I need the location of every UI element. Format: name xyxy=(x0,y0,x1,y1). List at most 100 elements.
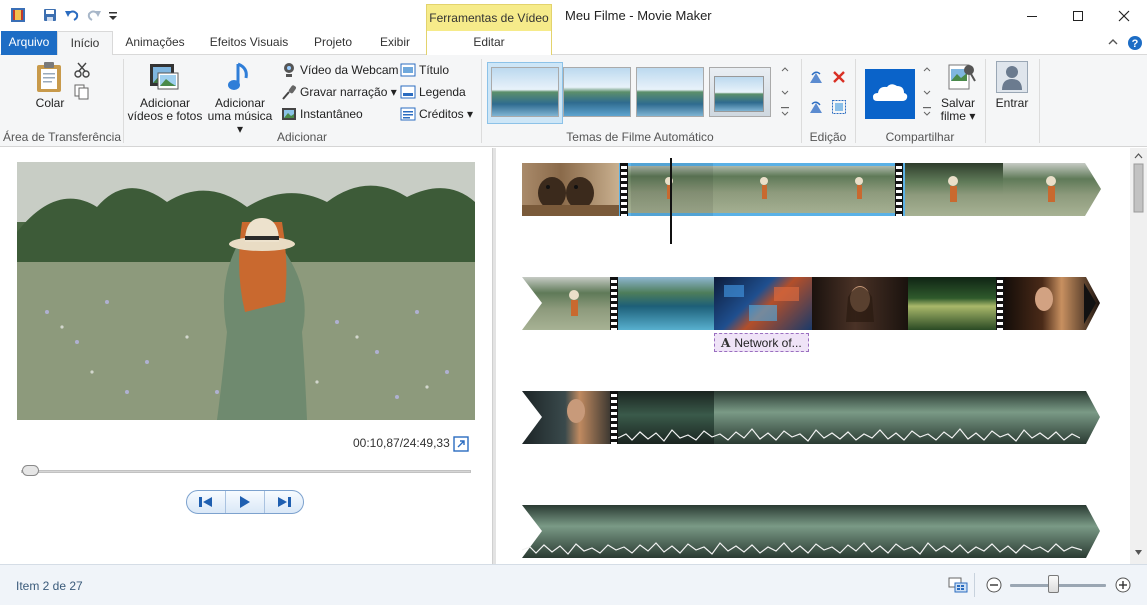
onedrive-share-button[interactable] xyxy=(865,69,915,119)
clip-thumbnail[interactable] xyxy=(908,277,1004,330)
maximize-icon xyxy=(1073,10,1083,21)
sign-in-button[interactable] xyxy=(996,61,1028,93)
minimize-button[interactable] xyxy=(1009,0,1055,31)
zoom-in-icon[interactable] xyxy=(1115,577,1131,596)
scroll-thumb xyxy=(1133,163,1144,213)
tab-home[interactable]: Início xyxy=(57,31,113,56)
save-icon[interactable] xyxy=(42,7,58,23)
webcam-video-button[interactable]: Vídeo da Webcam xyxy=(281,61,399,79)
zoom-out-icon[interactable] xyxy=(986,577,1002,596)
snapshot-icon xyxy=(282,108,296,120)
caption-clip[interactable]: A Network of... xyxy=(714,333,809,352)
scroll-up-icon xyxy=(1134,153,1143,159)
ribbon: Colar Área de Transferência Adicionar ví… xyxy=(0,55,1147,147)
playhead[interactable] xyxy=(670,158,672,244)
theme-pan-zoom[interactable] xyxy=(709,67,771,117)
clip-thumbnail[interactable] xyxy=(522,163,619,216)
caption-label: Legenda xyxy=(419,85,466,99)
paste-button[interactable] xyxy=(34,61,64,96)
add-videos-photos-button[interactable] xyxy=(148,61,180,96)
tab-animations[interactable]: Animações xyxy=(120,31,190,55)
paste-label[interactable]: Colar xyxy=(30,97,70,110)
video-frame-image xyxy=(17,162,475,420)
clip-thumbnail[interactable] xyxy=(522,277,618,330)
clip-thumbnail[interactable] xyxy=(1004,277,1100,330)
rotate-right-icon[interactable] xyxy=(808,99,824,118)
sign-in-label[interactable]: Entrar xyxy=(990,97,1034,110)
item-count: Item 2 de 27 xyxy=(16,579,83,593)
next-frame-button[interactable] xyxy=(265,491,303,513)
themes-group-label: Temas de Filme Automático xyxy=(566,130,714,144)
ribbon-tab-row: Arquivo Início Animações Efeitos Visuais… xyxy=(0,31,1147,56)
pane-splitter[interactable] xyxy=(492,148,496,564)
editing-group-label: Edição xyxy=(809,130,847,144)
minimize-icon xyxy=(1027,15,1037,17)
caption-icon xyxy=(400,85,416,99)
clipboard-icon xyxy=(37,62,61,92)
seek-track[interactable] xyxy=(21,470,471,473)
tab-view[interactable]: Exibir xyxy=(372,31,418,55)
storyboard-scrollbar[interactable] xyxy=(1130,148,1147,564)
credits-icon xyxy=(400,107,416,121)
clip-thumbnail[interactable] xyxy=(812,277,908,330)
onedrive-icon xyxy=(873,84,908,101)
theme-fade[interactable] xyxy=(636,67,704,117)
clip-thumbnail[interactable] xyxy=(618,277,714,330)
title-button[interactable]: Título xyxy=(400,61,449,79)
app-icon[interactable] xyxy=(10,7,26,23)
tab-edit[interactable]: Editar xyxy=(426,31,552,55)
clip-thumbnail[interactable] xyxy=(522,391,618,444)
storyboard[interactable]: A Network of... xyxy=(497,148,1130,564)
thumbnail-size-icon[interactable] xyxy=(948,576,968,597)
previous-frame-button[interactable] xyxy=(187,491,226,513)
record-narration-button[interactable]: Gravar narração ▾ xyxy=(281,83,397,101)
theme-default[interactable] xyxy=(491,67,559,117)
select-all-icon[interactable] xyxy=(831,99,847,118)
save-movie-icon xyxy=(948,64,976,90)
playback-controls xyxy=(186,490,304,514)
customize-qat-icon[interactable] xyxy=(108,7,124,23)
add-videos-label-2[interactable]: vídeos e fotos xyxy=(126,110,204,123)
clip-thumbnail[interactable] xyxy=(905,163,1003,216)
next-frame-icon xyxy=(278,497,291,507)
clip-thumbnail[interactable] xyxy=(1003,163,1101,216)
audio-waveform xyxy=(618,428,1080,442)
clip-thumbnail[interactable] xyxy=(714,277,812,330)
tab-project[interactable]: Projeto xyxy=(307,31,359,55)
theme-contemporary[interactable] xyxy=(563,67,631,117)
film-photo-icon xyxy=(150,64,179,90)
snapshot-button[interactable]: Instantâneo xyxy=(281,105,363,123)
selected-clip[interactable] xyxy=(619,163,905,216)
credits-button[interactable]: Créditos ▾ xyxy=(400,105,473,123)
audio-waveform xyxy=(522,542,1082,555)
share-gallery-scroll[interactable] xyxy=(920,63,934,123)
tab-visual-effects[interactable]: Efeitos Visuais xyxy=(203,31,295,55)
storyboard-row xyxy=(522,163,1101,216)
copy-icon[interactable] xyxy=(74,84,90,103)
help-icon[interactable]: ? xyxy=(1127,35,1143,54)
rotate-left-icon[interactable] xyxy=(808,69,824,88)
caption-button[interactable]: Legenda xyxy=(400,83,466,101)
add-music-button[interactable] xyxy=(226,60,256,97)
undo-icon[interactable] xyxy=(64,7,80,23)
collapse-ribbon-icon[interactable] xyxy=(1107,36,1119,51)
cut-icon[interactable] xyxy=(74,62,90,81)
zoom-slider-thumb[interactable] xyxy=(1048,575,1060,593)
clipboard-group-label: Área de Transferência xyxy=(2,130,122,144)
close-button[interactable] xyxy=(1101,0,1147,31)
user-avatar-icon xyxy=(1002,66,1022,90)
save-movie-label-2[interactable]: filme ▾ xyxy=(936,110,980,123)
themes-gallery-scroll[interactable] xyxy=(778,63,792,123)
add-group-label: Adicionar xyxy=(276,130,328,144)
seek-thumb[interactable] xyxy=(22,465,40,476)
caption-clip-text: Network of... xyxy=(734,335,802,350)
maximize-button[interactable] xyxy=(1055,0,1101,31)
tab-file[interactable]: Arquivo xyxy=(1,31,57,55)
scroll-down-icon xyxy=(1135,550,1142,555)
play-button[interactable] xyxy=(226,491,265,513)
save-movie-button[interactable] xyxy=(946,61,976,96)
redo-icon[interactable] xyxy=(86,7,102,23)
remove-icon[interactable] xyxy=(831,69,847,88)
video-preview[interactable] xyxy=(17,162,475,420)
fullscreen-icon[interactable] xyxy=(453,436,469,455)
